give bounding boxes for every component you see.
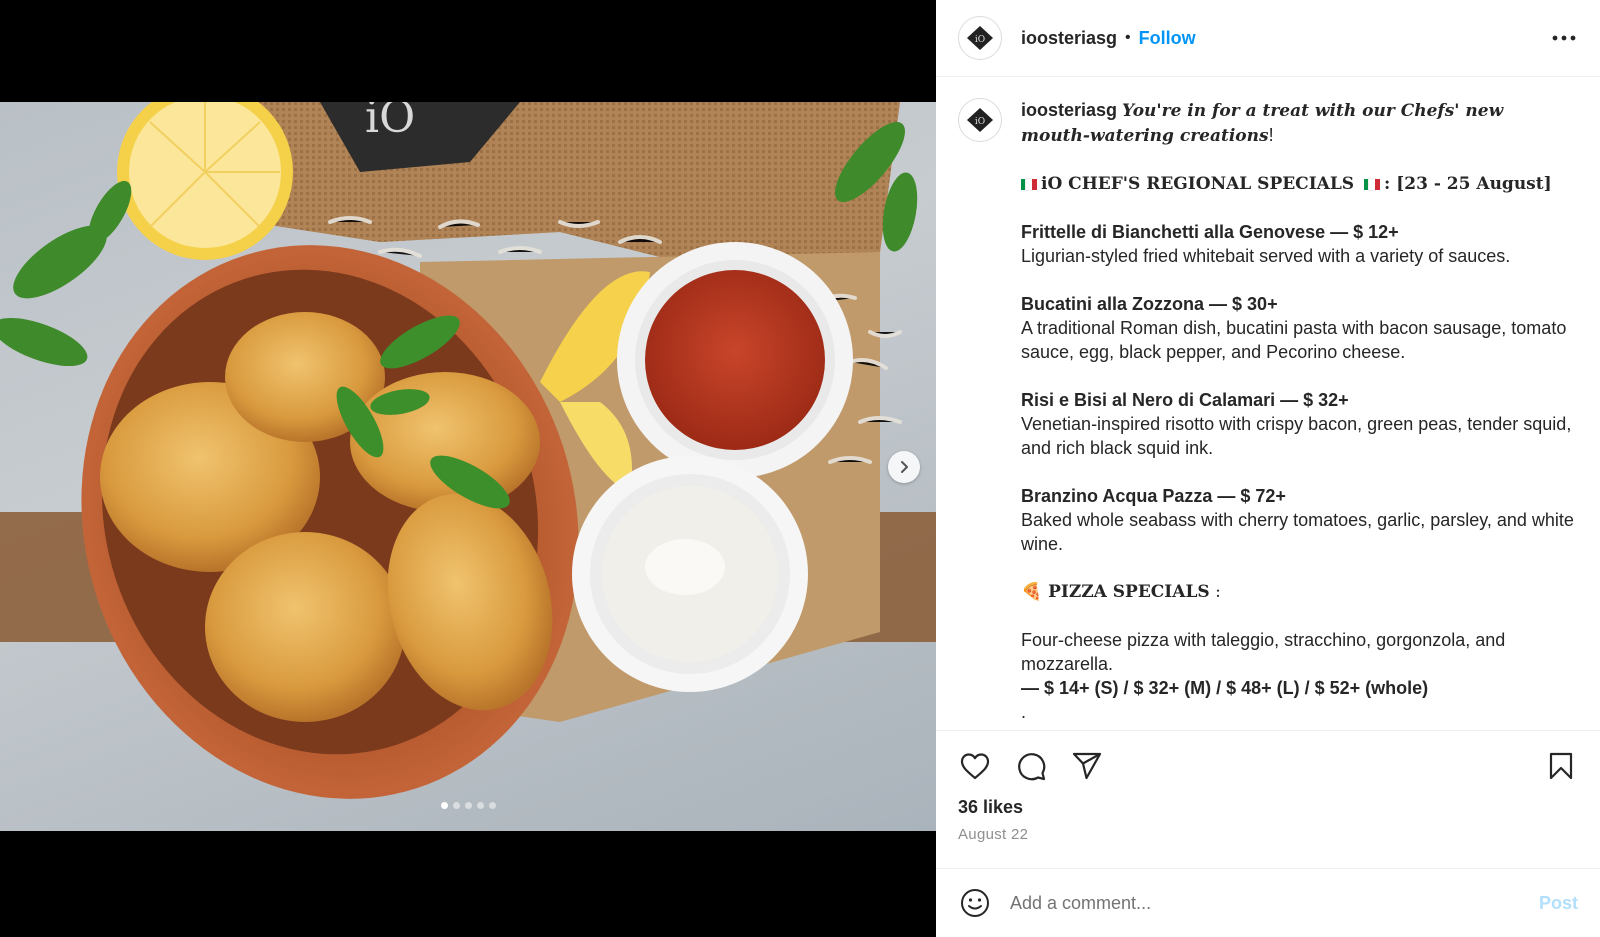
- pizza-title: PIZZA SPECIALS: [1048, 582, 1210, 602]
- like-button[interactable]: [958, 749, 992, 783]
- dish-name: Branzino Acqua Pazza: [1021, 486, 1213, 506]
- dish-name: Bucatini alla Zozzona: [1021, 294, 1205, 314]
- food-photo-illustration: iO: [0, 102, 936, 799]
- carousel-next-button[interactable]: [888, 451, 920, 483]
- header-separator: •: [1125, 29, 1131, 46]
- caption-intro-end: !: [1268, 125, 1274, 145]
- carousel-dot: [488, 802, 496, 809]
- dish-price: — $ 72+: [1212, 486, 1286, 506]
- brand-logo-icon: iO: [967, 26, 993, 50]
- comment-icon: [1018, 753, 1046, 781]
- heart-icon: [960, 753, 990, 780]
- svg-text:iO: iO: [365, 102, 415, 143]
- regional-dates: : [23 - 25 August]: [1384, 174, 1552, 194]
- svg-text:iO: iO: [975, 117, 985, 127]
- pizza-item: Four-cheese pizza with taleggio, stracch…: [1021, 628, 1578, 724]
- save-button[interactable]: [1544, 749, 1578, 783]
- more-horizontal-icon: [1552, 35, 1576, 41]
- carousel-dot: [464, 802, 472, 809]
- svg-text:iO: iO: [975, 35, 985, 45]
- post-actions: 36 likes August 22: [936, 730, 1600, 843]
- chevron-right-icon: [901, 461, 908, 473]
- carousel-dot: [452, 802, 460, 809]
- post-side-panel: iO ioosteriasg • Follow iO ioosteriasg Y…: [936, 0, 1600, 937]
- dish-item: Bucatini alla Zozzona — $ 30+ A traditio…: [1021, 292, 1578, 364]
- italy-flag-icon: [1021, 173, 1037, 191]
- post-date: August 22: [958, 826, 1029, 843]
- post-caption: ioosteriasg You're in for a treat with o…: [1021, 98, 1578, 724]
- likes-count[interactable]: 36 likes: [958, 797, 1578, 818]
- avatar[interactable]: iO: [958, 98, 1002, 142]
- carousel-indicator: [0, 802, 936, 809]
- carousel-dot: [440, 802, 448, 809]
- header-username[interactable]: ioosteriasg: [1021, 28, 1117, 49]
- share-button[interactable]: [1070, 749, 1104, 783]
- caption-username[interactable]: ioosteriasg: [1021, 100, 1117, 120]
- post-header: iO ioosteriasg • Follow: [936, 0, 1600, 77]
- carousel-dot: [476, 802, 484, 809]
- dish-description: Ligurian-styled fried whitebait served w…: [1021, 246, 1511, 266]
- dish-price: — $ 12+: [1325, 222, 1399, 242]
- follow-button[interactable]: Follow: [1139, 28, 1196, 49]
- comment-input[interactable]: [1010, 892, 1539, 914]
- dish-description: A traditional Roman dish, bucatini pasta…: [1021, 318, 1567, 362]
- bookmark-icon: [1549, 752, 1573, 780]
- pizza-prices: — $ 14+ (S) / $ 32+ (M) / $ 48+ (L) / $ …: [1021, 678, 1429, 698]
- share-icon: [1072, 752, 1102, 780]
- post-photo: iO: [0, 102, 936, 831]
- comment-bar: Post: [936, 868, 1600, 937]
- dish-description: Baked whole seabass with cherry tomatoes…: [1021, 510, 1574, 554]
- more-options-button[interactable]: [1550, 24, 1578, 52]
- regional-title: iO CHEF'S REGIONAL SPECIALS: [1041, 174, 1355, 194]
- caption-area: iO ioosteriasg You're in for a treat wit…: [936, 78, 1600, 729]
- pizza-emoji: 🍕: [1021, 582, 1043, 602]
- pizza-description: Four-cheese pizza with taleggio, stracch…: [1021, 630, 1506, 674]
- dish-price: — $ 32+: [1275, 390, 1349, 410]
- comment-button[interactable]: [1014, 749, 1048, 783]
- emoji-button[interactable]: [958, 886, 992, 920]
- avatar[interactable]: iO: [958, 16, 1002, 60]
- action-bar: [958, 749, 1578, 783]
- media-panel: iO: [0, 0, 936, 937]
- dish-name: Risi e Bisi al Nero di Calamari: [1021, 390, 1276, 410]
- dish-name: Frittelle di Bianchetti alla Genovese: [1021, 222, 1326, 242]
- dish-item: Risi e Bisi al Nero di Calamari — $ 32+ …: [1021, 388, 1578, 460]
- dish-price: — $ 30+: [1204, 294, 1278, 314]
- emoji-smile-icon: [961, 889, 989, 917]
- italy-flag-icon: [1364, 173, 1380, 191]
- dish-description: Venetian-inspired risotto with crispy ba…: [1021, 414, 1572, 458]
- post-comment-button[interactable]: Post: [1539, 893, 1578, 914]
- brand-logo-icon: iO: [967, 108, 993, 132]
- caption-trailing: .: [1021, 702, 1027, 722]
- dish-item: Branzino Acqua Pazza — $ 72+ Baked whole…: [1021, 484, 1578, 556]
- caption-row: iO ioosteriasg You're in for a treat wit…: [958, 98, 1578, 724]
- dish-item: Frittelle di Bianchetti alla Genovese — …: [1021, 220, 1578, 268]
- pizza-title-end: :: [1209, 582, 1221, 602]
